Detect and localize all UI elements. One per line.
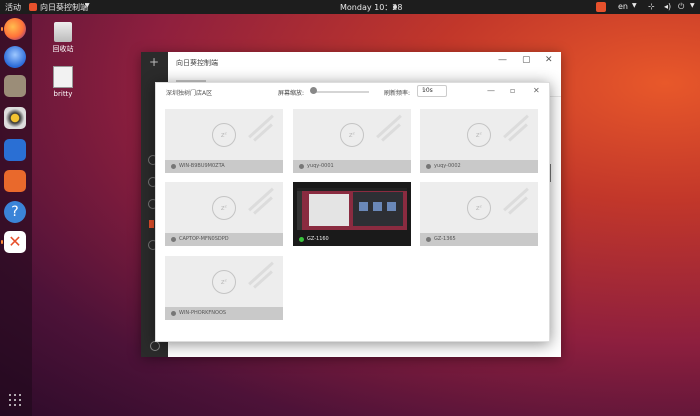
refresh-label: 刷新频率: bbox=[384, 90, 411, 97]
chevron-down-icon: ▼ bbox=[690, 2, 695, 9]
group-title: 深圳独树门店A区 bbox=[166, 90, 213, 97]
close-button[interactable]: ✕ bbox=[545, 55, 553, 65]
sleep-icon: zᶻ bbox=[212, 123, 236, 147]
tile-footer: GZ-1365 bbox=[420, 233, 538, 246]
active-indicator bbox=[1, 27, 3, 31]
chevron-down-icon: ▼ bbox=[632, 2, 637, 9]
offline-status-icon bbox=[171, 311, 176, 316]
desktop-file[interactable]: britty bbox=[43, 66, 83, 98]
close-button[interactable]: ✕ bbox=[533, 86, 540, 95]
device-tile[interactable]: GZ-1160 bbox=[293, 182, 411, 246]
device-tile[interactable]: zᶻ CAPTOP-MFN0SDPD bbox=[165, 182, 283, 246]
sunlogin-icon[interactable]: ✕ bbox=[4, 231, 26, 253]
monitor-wall-window: 深圳独树门店A区 屏幕缩放: 刷新频率: 10s ⌵ — ▫ ✕ zᶻ WIN-B… bbox=[155, 82, 550, 342]
device-name: WIN-PHORKFNOOS bbox=[179, 310, 227, 316]
sleep-icon: zᶻ bbox=[340, 123, 364, 147]
trash-icon bbox=[54, 22, 72, 42]
volume-icon[interactable]: ◂) bbox=[664, 2, 671, 11]
file-icon bbox=[53, 66, 73, 88]
activities-button[interactable]: 活动 bbox=[5, 2, 21, 13]
thunderbird-icon[interactable] bbox=[4, 46, 26, 68]
maximize-button[interactable]: ▢ bbox=[522, 55, 531, 65]
refresh-select[interactable]: 10s ⌵ bbox=[417, 85, 447, 97]
top-bar: 活动 向日葵控制端 ▼ Monday 10：28 en ▼ ⊹ ◂) ⏻ ▼ bbox=[0, 0, 700, 14]
add-icon[interactable]: + bbox=[149, 55, 159, 69]
files-icon[interactable] bbox=[4, 75, 26, 97]
device-tile[interactable]: zᶻ WIN-PHORKFNOOS bbox=[165, 256, 283, 320]
minimize-button[interactable]: — bbox=[498, 55, 507, 65]
screen-thumbnail bbox=[297, 188, 407, 230]
network-icon[interactable]: ⊹ bbox=[648, 2, 655, 11]
device-name: GZ-1365 bbox=[434, 236, 456, 242]
offline-status-icon bbox=[299, 164, 304, 169]
device-name: WIN-B9BU9M0ZTA bbox=[179, 163, 225, 169]
firefox-icon[interactable] bbox=[4, 18, 26, 40]
zoom-label: 屏幕缩放: bbox=[278, 90, 305, 97]
tile-footer: GZ-1160 bbox=[293, 233, 411, 246]
tile-footer: yuqy-0001 bbox=[293, 160, 411, 173]
show-applications-icon[interactable] bbox=[9, 394, 23, 408]
device-name: CAPTOP-MFN0SDPD bbox=[179, 236, 229, 242]
online-status-icon bbox=[299, 237, 304, 242]
sidebar-item-active[interactable] bbox=[149, 220, 154, 228]
tile-footer: WIN-PHORKFNOOS bbox=[165, 307, 283, 320]
recording-dot-icon bbox=[393, 5, 397, 9]
software-icon[interactable] bbox=[4, 170, 26, 192]
offline-status-icon bbox=[426, 237, 431, 242]
gear-icon[interactable] bbox=[150, 341, 160, 351]
maximize-button[interactable]: ▫ bbox=[510, 86, 515, 95]
app-menu[interactable]: 向日葵控制端 bbox=[40, 2, 88, 13]
sleep-icon: zᶻ bbox=[212, 270, 236, 294]
device-tile[interactable]: zᶻ yuqy-0001 bbox=[293, 109, 411, 173]
offline-status-icon bbox=[171, 164, 176, 169]
language-indicator[interactable]: en bbox=[618, 2, 628, 11]
tile-footer: CAPTOP-MFN0SDPD bbox=[165, 233, 283, 246]
desktop-trash[interactable]: 回收站 bbox=[43, 22, 83, 54]
device-tile[interactable]: zᶻ yuqy-0002 bbox=[420, 109, 538, 173]
sleep-icon: zᶻ bbox=[467, 196, 491, 220]
writer-icon[interactable] bbox=[4, 139, 26, 161]
power-icon[interactable]: ⏻ bbox=[678, 2, 684, 12]
device-name: yuqy-0002 bbox=[434, 163, 461, 169]
help-icon[interactable]: ? bbox=[4, 201, 26, 223]
offline-status-icon bbox=[171, 237, 176, 242]
rhythmbox-icon[interactable] bbox=[4, 107, 26, 129]
offline-status-icon bbox=[426, 164, 431, 169]
active-indicator bbox=[1, 240, 3, 244]
zoom-slider-knob[interactable] bbox=[310, 87, 317, 94]
sunlogin-app-icon bbox=[29, 3, 37, 11]
tile-footer: WIN-B9BU9M0ZTA bbox=[165, 160, 283, 173]
device-tile[interactable]: zᶻ GZ-1365 bbox=[420, 182, 538, 246]
desktop-icon-label: britty bbox=[53, 90, 73, 98]
zoom-slider-track[interactable] bbox=[313, 91, 369, 93]
dock: ? ✕ bbox=[0, 14, 32, 416]
window-title: 向日葵控制端 bbox=[176, 59, 218, 67]
sleep-icon: zᶻ bbox=[212, 196, 236, 220]
tile-footer: yuqy-0002 bbox=[420, 160, 538, 173]
sleep-icon: zᶻ bbox=[467, 123, 491, 147]
chevron-down-icon: ⌵ bbox=[422, 86, 427, 93]
minimize-button[interactable]: — bbox=[487, 86, 495, 95]
desktop-icon-label: 回收站 bbox=[52, 45, 74, 53]
device-tile[interactable]: zᶻ WIN-B9BU9M0ZTA bbox=[165, 109, 283, 173]
device-name: GZ-1160 bbox=[307, 236, 329, 242]
chevron-down-icon: ▼ bbox=[85, 2, 90, 9]
sunlogin-tray-icon[interactable] bbox=[596, 2, 606, 12]
device-name: yuqy-0001 bbox=[307, 163, 334, 169]
